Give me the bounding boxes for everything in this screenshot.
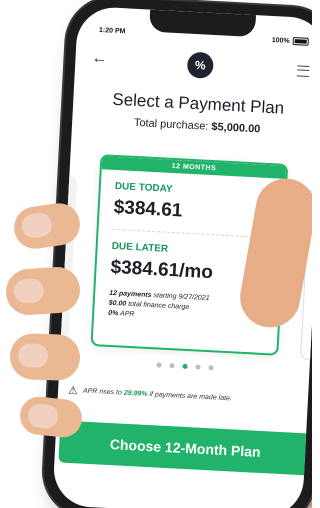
battery-percent: 100% — [271, 36, 290, 45]
plan-term-badge: 12 MONTHS — [101, 156, 287, 179]
choose-plan-button[interactable]: Choose 12-Month Plan — [58, 420, 312, 476]
product-photo-scene: 1:20 PM 100% ← % Select a Payment Plan T… — [0, 0, 312, 508]
card-divider — [112, 228, 269, 239]
late-apr-prefix: APR rises to — [82, 387, 123, 397]
carousel-dot[interactable] — [155, 362, 162, 368]
back-arrow-icon[interactable]: ← — [91, 50, 108, 68]
previous-plan-card[interactable] — [54, 175, 78, 346]
finance-charge-label: total finance charge — [128, 300, 190, 312]
carousel-pagination — [60, 357, 310, 375]
battery-icon — [292, 37, 309, 46]
total-purchase-value: $5,000.00 — [211, 120, 261, 136]
finger-ring — [9, 332, 81, 382]
due-today-amount: $384.61 — [113, 196, 183, 222]
late-apr-text: APR rises to 29.99% if payments are made… — [83, 388, 232, 403]
carousel-dot[interactable] — [207, 365, 214, 371]
due-later-label: DUE LATER — [111, 240, 169, 255]
apr-value: 0% — [108, 309, 119, 318]
late-apr-suffix: if payments are made late. — [149, 391, 233, 403]
carousel-dot[interactable] — [181, 363, 188, 369]
payments-start: starting 9/27/2021 — [153, 292, 210, 303]
percent-logo-icon: % — [186, 51, 214, 79]
total-purchase-label: Total purchase: — [133, 116, 209, 133]
fingernail — [26, 402, 60, 430]
status-time: 1:20 PM — [98, 26, 126, 36]
fingernail — [20, 211, 54, 240]
finance-charge-value: $0.00 — [108, 299, 127, 308]
fingernail — [17, 343, 49, 369]
warning-icon: ⚠ — [67, 384, 79, 398]
nav-bar: ← % — [91, 47, 310, 88]
late-apr-notice: ⚠ APR rises to 29.99% if payments are ma… — [68, 384, 300, 409]
due-today-label: DUE TODAY — [114, 180, 173, 195]
apr-label: APR — [119, 310, 135, 319]
late-apr-rate: 29.99% — [123, 389, 148, 398]
status-right: 100% — [272, 36, 309, 46]
due-later-amount: $384.61/mo — [110, 256, 214, 284]
payments-count: 12 payments — [109, 289, 152, 300]
finger-middle — [4, 265, 82, 317]
hamburger-menu-icon[interactable] — [296, 65, 310, 77]
fingernail — [13, 277, 45, 304]
carousel-dot[interactable] — [194, 364, 201, 370]
carousel-dot[interactable] — [168, 363, 175, 369]
